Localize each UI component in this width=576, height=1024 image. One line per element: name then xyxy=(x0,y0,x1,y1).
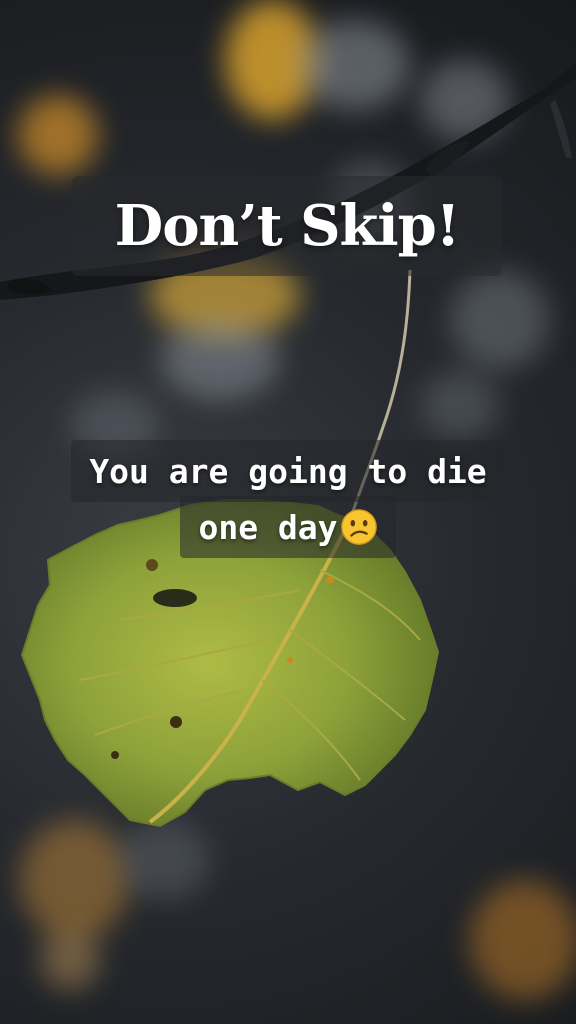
caption-box: You are going to die xyxy=(71,440,505,502)
video-frame: Don’t Skip! You are going to die one day xyxy=(0,0,576,1024)
caption-box: one day xyxy=(180,496,396,558)
caption-line-1: You are going to die xyxy=(0,440,576,502)
caption-line-2: one day xyxy=(0,496,576,558)
title-text: Don’t Skip! xyxy=(114,193,461,259)
title-overlay: Don’t Skip! xyxy=(72,176,502,276)
caption-text: one day xyxy=(198,507,338,547)
confused-face-emoji xyxy=(340,509,377,545)
caption-text: You are going to die xyxy=(89,451,487,491)
